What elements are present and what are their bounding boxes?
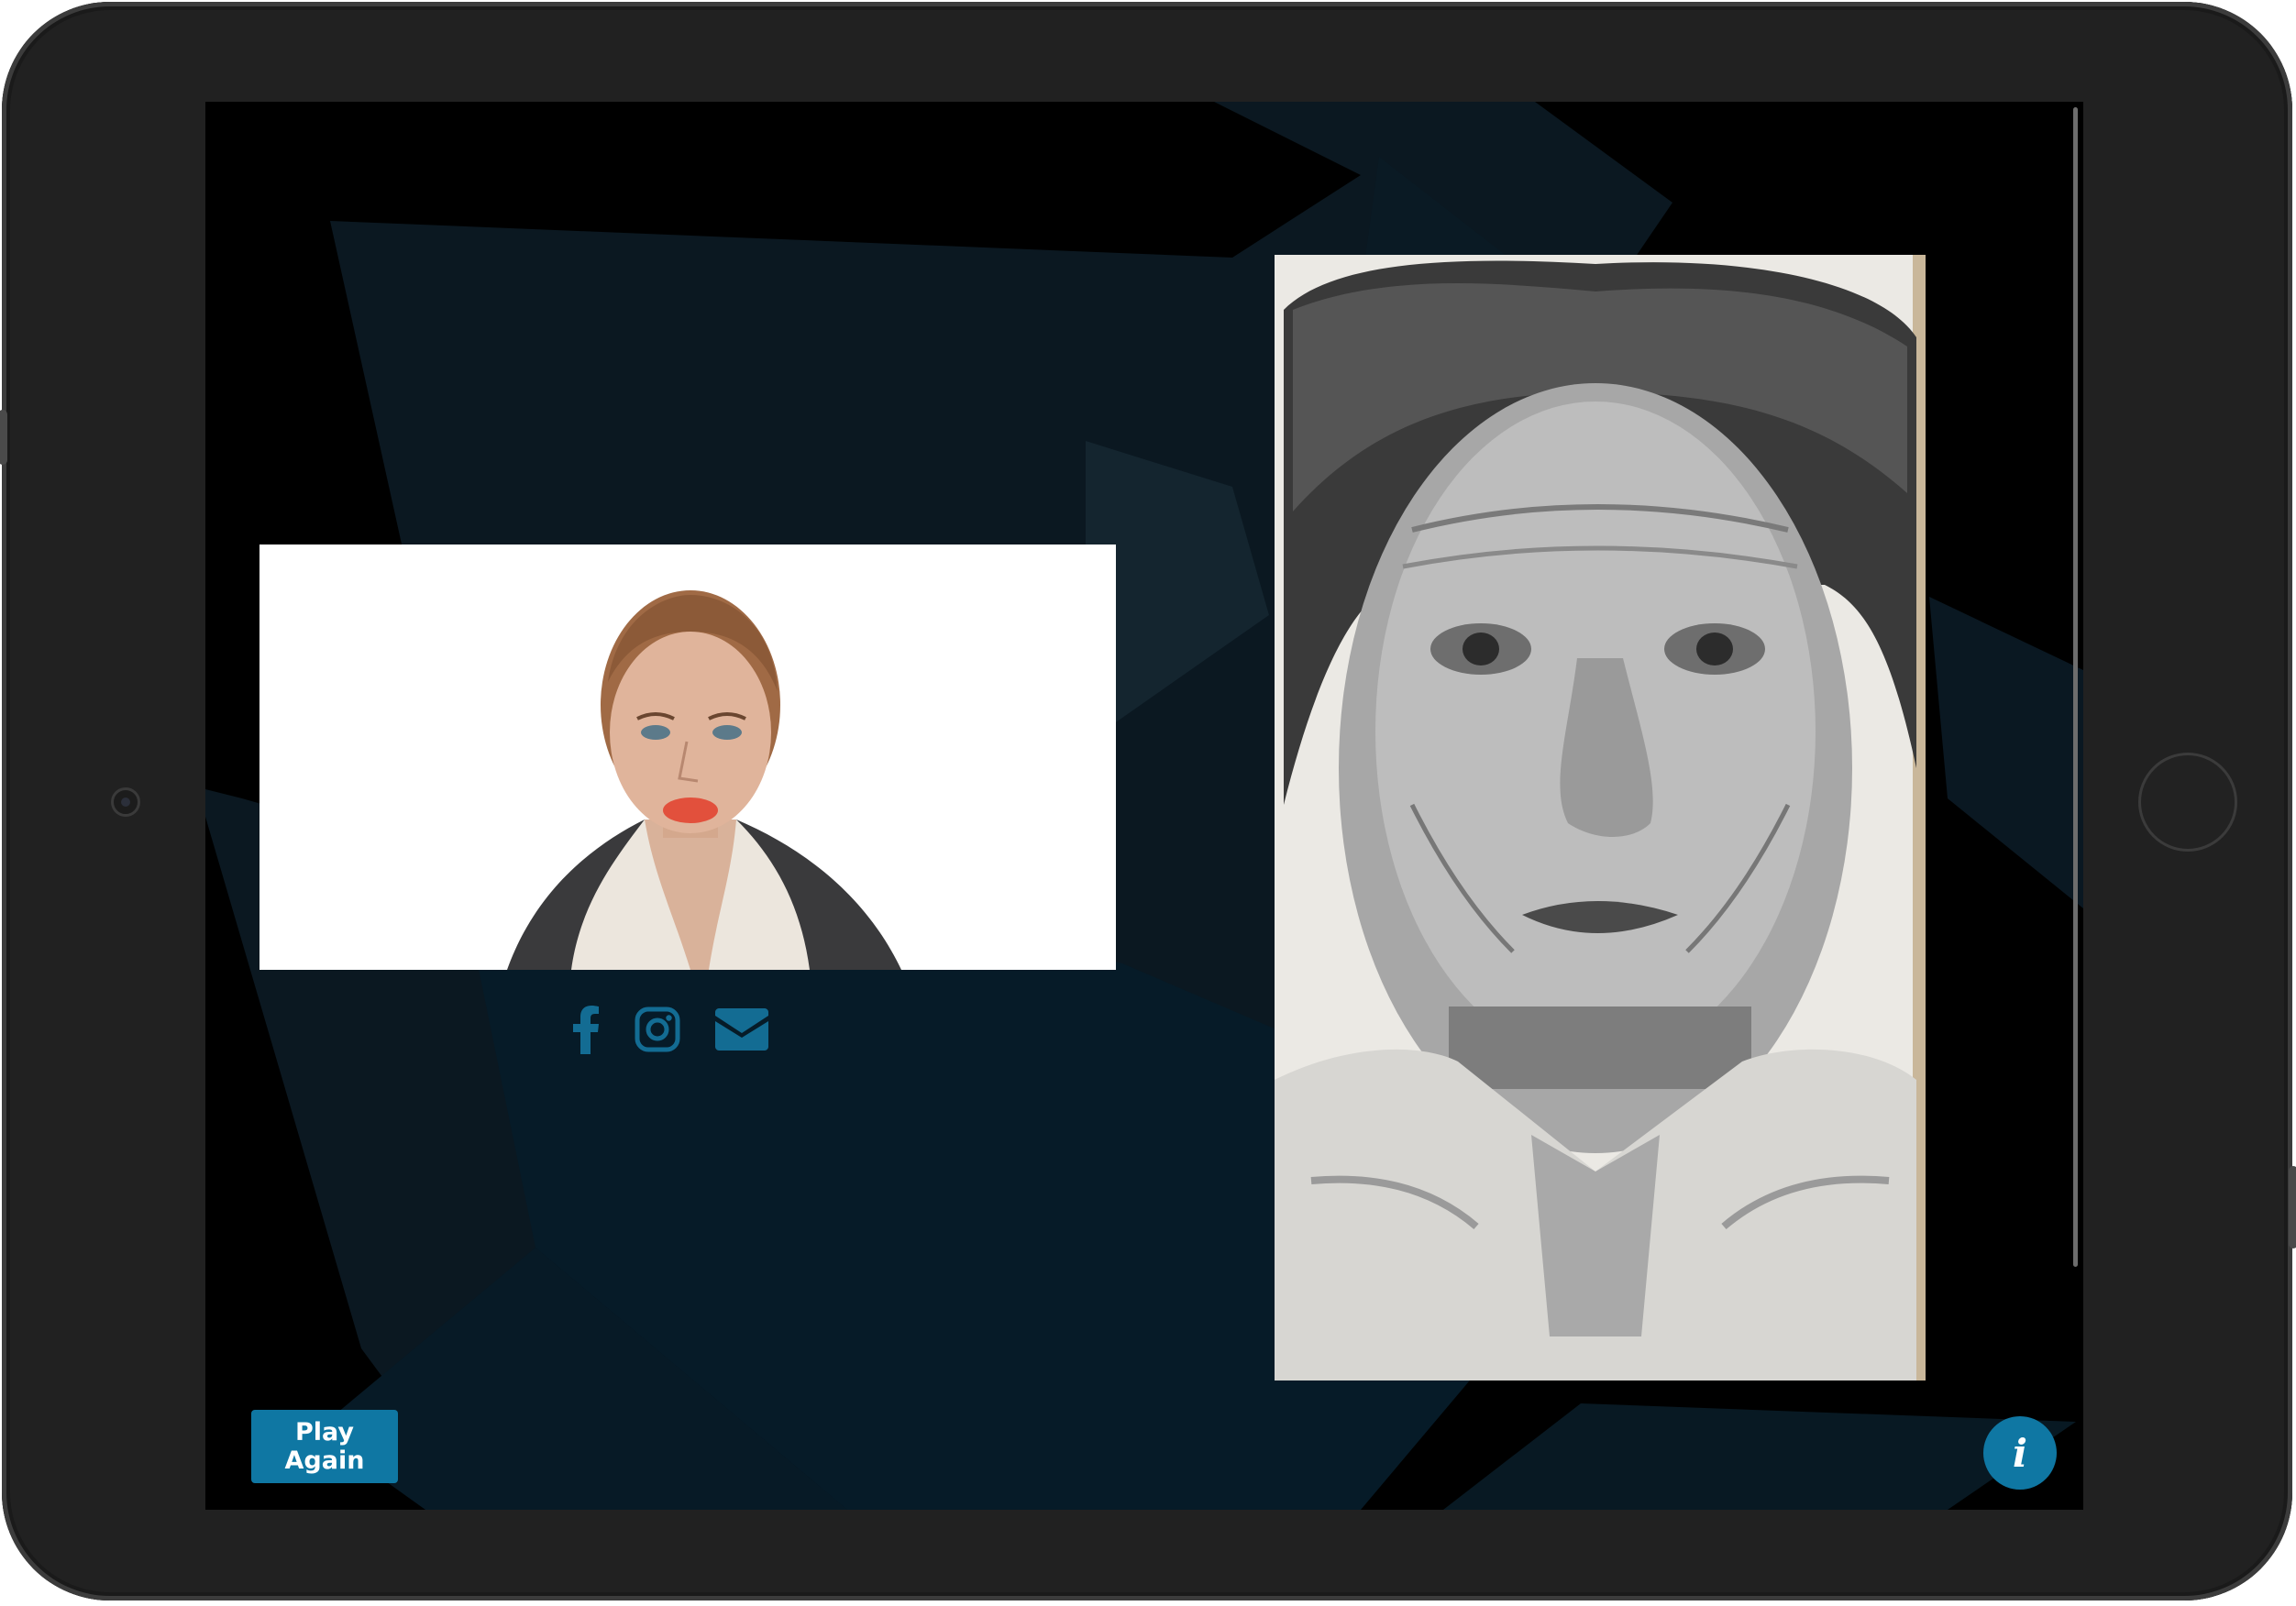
play-again-button[interactable]: Play Again xyxy=(251,1410,398,1483)
social-links xyxy=(572,1002,768,1057)
instagram-icon[interactable] xyxy=(635,1006,680,1052)
info-button[interactable]: i xyxy=(1983,1416,2057,1490)
home-button[interactable] xyxy=(2138,753,2237,852)
front-camera xyxy=(111,787,140,817)
pencil-sketch-portrait-icon xyxy=(1275,255,1926,1380)
portrait-photo-icon xyxy=(259,544,1116,970)
volume-button xyxy=(0,410,7,465)
pencil-sketch-portrait xyxy=(1275,255,1926,1380)
portrait-photo xyxy=(259,544,1116,970)
app-screen: Play Again i xyxy=(205,102,2083,1510)
envelope-icon[interactable] xyxy=(715,1008,768,1050)
facebook-icon[interactable] xyxy=(572,1005,600,1054)
scrollbar[interactable] xyxy=(2073,107,2078,1267)
side-button xyxy=(2289,1166,2296,1248)
